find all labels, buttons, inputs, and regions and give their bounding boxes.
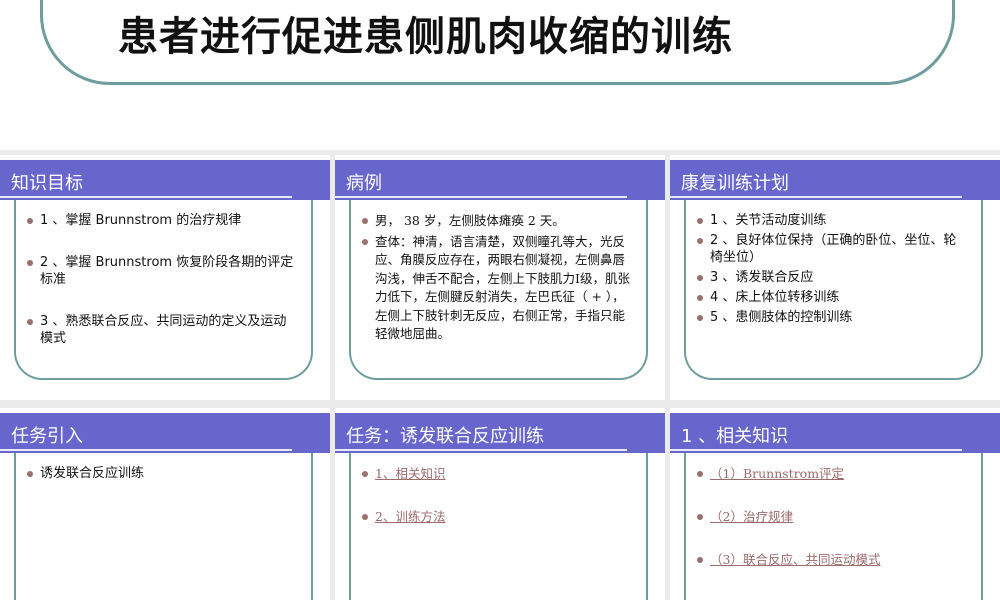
panel-knowledge-goals: 知识目标 1 、掌握 Brunnstrom 的治疗规律 2 、掌握 Brunns… [0,155,330,400]
list-item: 4 、床上体位转移训练 [696,289,967,306]
panel-header: 1 、相关知识 [670,413,1000,453]
list-item: 2 、良好体位保持（正确的卧位、坐位、轮椅坐位） [696,232,967,266]
link-brunnstrom-assessment[interactable]: （1）Brunnstrom评定 [710,466,844,481]
list-item: 3 、诱发联合反应 [696,269,967,286]
panel-header: 知识目标 [0,160,330,200]
link-related-knowledge[interactable]: 1、相关知识 [375,466,445,481]
list-item: 查体：神清，语言清楚，双侧瞳孔等大，光反应、角膜反应存在，两眼右侧凝视，左侧鼻唇… [361,233,632,344]
list-item: 诱发联合反应训练 [26,465,297,482]
page-title: 患者进行促进患侧肌肉收缩的训练 [118,14,733,60]
header-underline [670,196,962,198]
list-item: 5 、患侧肢体的控制训练 [696,309,967,326]
link-treatment-rules[interactable]: （2）治疗规律 [710,509,793,524]
list-item: 1 、掌握 Brunnstrom 的治疗规律 [26,212,297,229]
header-underline [670,449,962,451]
list-item: 1 、关节活动度训练 [696,212,967,229]
list-item: 2 、掌握 Brunnstrom 恢复阶段各期的评定标准 [26,254,297,288]
header-underline [0,196,292,198]
content-box: 男， 38 岁，左侧肢体瘫痪 2 天。 查体：神清，语言清楚，双侧瞳孔等大，光反… [349,200,648,380]
content-box: 1 、关节活动度训练 2 、良好体位保持（正确的卧位、坐位、轮椅坐位） 3 、诱… [684,200,983,380]
panel-header: 任务引入 [0,413,330,453]
link-movement-patterns[interactable]: （3）联合反应、共同运动模式 [710,552,880,567]
content-box: 诱发联合反应训练 [14,453,313,600]
list-item: 3 、熟悉联合反应、共同运动的定义及运动模式 [26,313,297,347]
panel-task: 任务：诱发联合反应训练 1、相关知识 2、训练方法 [335,408,665,600]
list-item: 2、训练方法 [361,508,632,526]
panel-task-intro: 任务引入 诱发联合反应训练 [0,408,330,600]
list-item: 男， 38 岁，左侧肢体瘫痪 2 天。 [361,212,632,231]
panel-header: 病例 [335,160,665,200]
header-underline [335,196,627,198]
list-item: （3）联合反应、共同运动模式 [696,551,967,569]
content-box: 1 、掌握 Brunnstrom 的治疗规律 2 、掌握 Brunnstrom … [14,200,313,380]
header-underline [335,449,627,451]
list-item: 1、相关知识 [361,465,632,483]
content-box: 1、相关知识 2、训练方法 [349,453,648,600]
panel-related-knowledge: 1 、相关知识 （1）Brunnstrom评定 （2）治疗规律 （3）联合反应、… [670,408,1000,600]
list-item: （1）Brunnstrom评定 [696,465,967,483]
panel-case: 病例 男， 38 岁，左侧肢体瘫痪 2 天。 查体：神清，语言清楚，双侧瞳孔等大… [335,155,665,400]
link-training-methods[interactable]: 2、训练方法 [375,509,445,524]
panel-rehab-plan: 康复训练计划 1 、关节活动度训练 2 、良好体位保持（正确的卧位、坐位、轮椅坐… [670,155,1000,400]
content-box: （1）Brunnstrom评定 （2）治疗规律 （3）联合反应、共同运动模式 [684,453,983,600]
list-item: （2）治疗规律 [696,508,967,526]
header-underline [0,449,292,451]
panel-header: 任务：诱发联合反应训练 [335,413,665,453]
panel-header: 康复训练计划 [670,160,1000,200]
